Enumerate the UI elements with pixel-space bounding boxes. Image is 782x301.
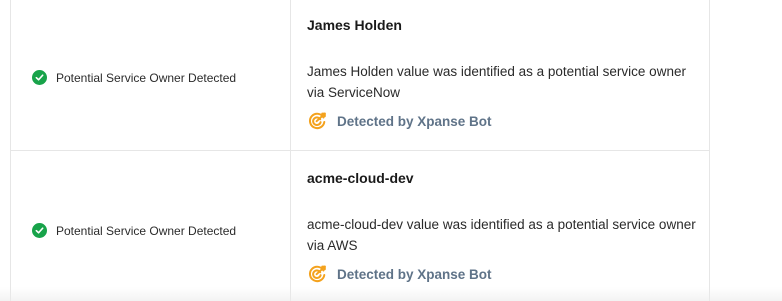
xpanse-bot-icon: [307, 264, 327, 284]
owner-name: acme-cloud-dev: [307, 170, 414, 186]
column-divider: [290, 151, 291, 301]
table-row: Potential Service Owner Detected acme-cl…: [11, 151, 709, 301]
status-cell: Potential Service Owner Detected: [32, 70, 236, 85]
scroll-fade: [0, 287, 782, 301]
detected-by: Detected by Xpanse Bot: [307, 264, 707, 284]
owner-details: James Holden James Holden value was iden…: [307, 17, 707, 131]
detected-by-label: Detected by Xpanse Bot: [337, 113, 492, 129]
status-label: Potential Service Owner Detected: [56, 70, 237, 85]
owner-description: acme-cloud-dev value was identified as a…: [307, 217, 696, 253]
owner-name: James Holden: [307, 17, 402, 33]
detected-by-label: Detected by Xpanse Bot: [337, 266, 492, 282]
status-cell: Potential Service Owner Detected: [32, 223, 236, 238]
status-label: Potential Service Owner Detected: [56, 223, 237, 238]
owner-description: James Holden value was identified as a p…: [307, 64, 686, 100]
check-circle-icon: [32, 223, 47, 238]
column-divider: [290, 0, 291, 150]
check-circle-icon: [32, 70, 47, 85]
xpanse-bot-icon: [307, 111, 327, 131]
owner-details: acme-cloud-dev acme-cloud-dev value was …: [307, 170, 707, 284]
service-owner-table: Potential Service Owner Detected James H…: [10, 0, 710, 301]
table-row: Potential Service Owner Detected James H…: [11, 0, 709, 151]
detected-by: Detected by Xpanse Bot: [307, 111, 707, 131]
